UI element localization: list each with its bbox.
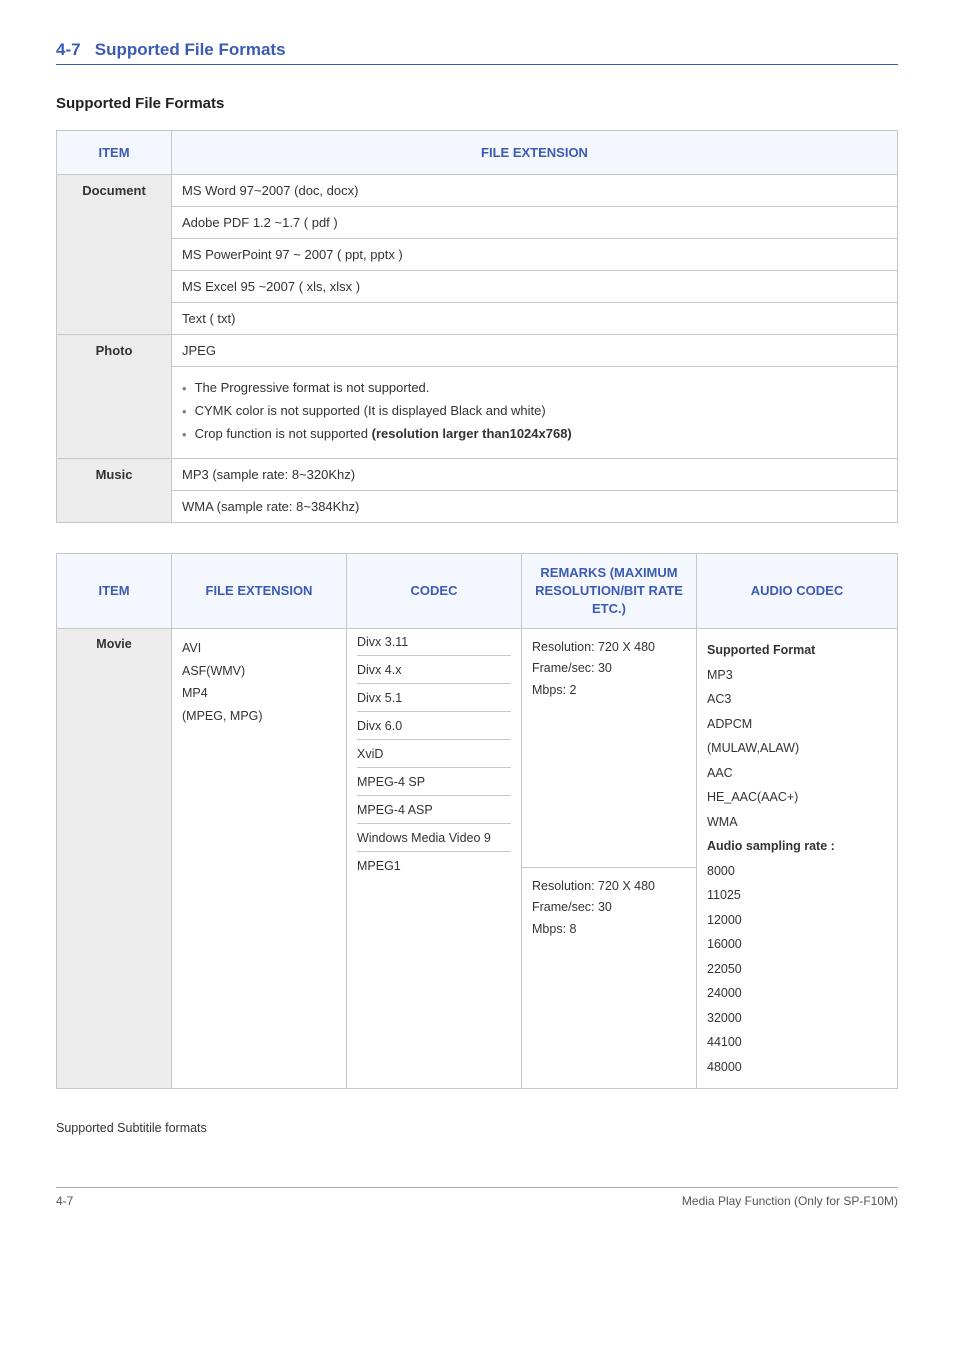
footer-right: Media Play Function (Only for SP-F10M) — [682, 1194, 898, 1208]
audio-line: 16000 — [707, 933, 887, 956]
cell-file-ext: AVI ASF(WMV) MP4 (MPEG, MPG) — [172, 629, 347, 1089]
section-number: 4-7 — [56, 40, 81, 59]
codec-line: XviD — [357, 739, 511, 767]
audio-line: AAC — [707, 762, 887, 785]
audio-line: 11025 — [707, 884, 887, 907]
section-underline — [56, 64, 898, 65]
cell-audio-codec: Supported Format MP3 AC3 ADPCM (MULAW,AL… — [697, 629, 898, 1089]
remarks-line: Mbps: 8 — [532, 919, 686, 940]
ext-line: ASF(WMV) — [182, 660, 336, 683]
remarks-line: Resolution: 720 X 480 — [532, 637, 686, 658]
cell-doc-5: Text ( txt) — [172, 303, 898, 335]
codec-line: Divx 4.x — [357, 655, 511, 683]
th-item: ITEM — [57, 553, 172, 629]
bullet-icon: • — [182, 380, 187, 398]
cell-remarks: Resolution: 720 X 480 Frame/sec: 30 Mbps… — [522, 629, 697, 1089]
cell-doc-2: Adobe PDF 1.2 ~1.7 ( pdf ) — [172, 207, 898, 239]
cell-photo-bullets: • The Progressive format is not supported… — [172, 367, 898, 459]
bullet-text: Crop function is not supported (resoluti… — [195, 426, 572, 444]
audio-line: AC3 — [707, 688, 887, 711]
audio-line: (MULAW,ALAW) — [707, 737, 887, 760]
sub-heading: Supported File Formats — [56, 95, 898, 112]
subtitle-note: Supported Subtitile formats — [56, 1121, 898, 1135]
codec-line: Windows Media Video 9 — [357, 823, 511, 851]
row-music-label: Music — [57, 458, 172, 522]
cell-music-1: MP3 (sample rate: 8~320Khz) — [172, 458, 898, 490]
cell-doc-4: MS Excel 95 ~2007 ( xls, xlsx ) — [172, 271, 898, 303]
audio-line: 22050 — [707, 958, 887, 981]
cell-doc-1: MS Word 97~2007 (doc, docx) — [172, 175, 898, 207]
audio-line: WMA — [707, 811, 887, 834]
audio-line: ADPCM — [707, 713, 887, 736]
ext-line: AVI — [182, 637, 336, 660]
codec-line: MPEG-4 SP — [357, 767, 511, 795]
codec-line: Divx 3.11 — [357, 629, 511, 655]
codec-line: MPEG1 — [357, 851, 511, 1085]
remarks-line: Resolution: 720 X 480 — [532, 876, 686, 897]
cell-music-2: WMA (sample rate: 8~384Khz) — [172, 490, 898, 522]
cell-doc-3: MS PowerPoint 97 ~ 2007 ( ppt, pptx ) — [172, 239, 898, 271]
bullet-icon: • — [182, 426, 187, 444]
ext-line: MP4 — [182, 682, 336, 705]
section-header: 4-7 Supported File Formats — [56, 40, 898, 65]
codec-line: Divx 5.1 — [357, 683, 511, 711]
remarks-line: Frame/sec: 30 — [532, 658, 686, 679]
ext-line: (MPEG, MPG) — [182, 705, 336, 728]
footer-left: 4-7 — [56, 1194, 73, 1208]
audio-line: 8000 — [707, 860, 887, 883]
th-item: ITEM — [57, 131, 172, 175]
audio-line: 32000 — [707, 1007, 887, 1030]
formats-table-2: ITEM FILE EXTENSION CODEC REMARKS (MAXIM… — [56, 553, 898, 1090]
formats-table-1: ITEM FILE EXTENSION Document MS Word 97~… — [56, 130, 898, 523]
audio-line: Supported Format — [707, 643, 815, 657]
bullet-text: CYMK color is not supported (It is displ… — [195, 403, 546, 421]
audio-line: 48000 — [707, 1056, 887, 1079]
th-audio-codec: AUDIO CODEC — [697, 553, 898, 629]
cell-codec: Divx 3.11 Divx 4.x Divx 5.1 Divx 6.0 Xvi… — [347, 629, 522, 1089]
row-movie-label: Movie — [57, 629, 172, 1089]
row-photo-label: Photo — [57, 335, 172, 459]
remarks-line: Mbps: 2 — [532, 680, 686, 701]
audio-line: Audio sampling rate : — [707, 839, 835, 853]
page-footer: 4-7 Media Play Function (Only for SP-F10… — [56, 1187, 898, 1208]
audio-line: 44100 — [707, 1031, 887, 1054]
th-codec: CODEC — [347, 553, 522, 629]
bullet-text: The Progressive format is not supported. — [195, 380, 430, 398]
row-document-label: Document — [57, 175, 172, 335]
remarks-line: Frame/sec: 30 — [532, 897, 686, 918]
codec-line: MPEG-4 ASP — [357, 795, 511, 823]
th-file-extension: FILE EXTENSION — [172, 553, 347, 629]
cell-photo-1: JPEG — [172, 335, 898, 367]
th-file-extension: FILE EXTENSION — [172, 131, 898, 175]
bullet-icon: • — [182, 403, 187, 421]
audio-line: MP3 — [707, 664, 887, 687]
audio-line: 12000 — [707, 909, 887, 932]
audio-line: 24000 — [707, 982, 887, 1005]
audio-line: HE_AAC(AAC+) — [707, 786, 887, 809]
section-title-text: Supported File Formats — [95, 40, 286, 59]
codec-line: Divx 6.0 — [357, 711, 511, 739]
th-remarks: REMARKS (MAXIMUM RESOLUTION/BIT RATE ETC… — [522, 553, 697, 629]
